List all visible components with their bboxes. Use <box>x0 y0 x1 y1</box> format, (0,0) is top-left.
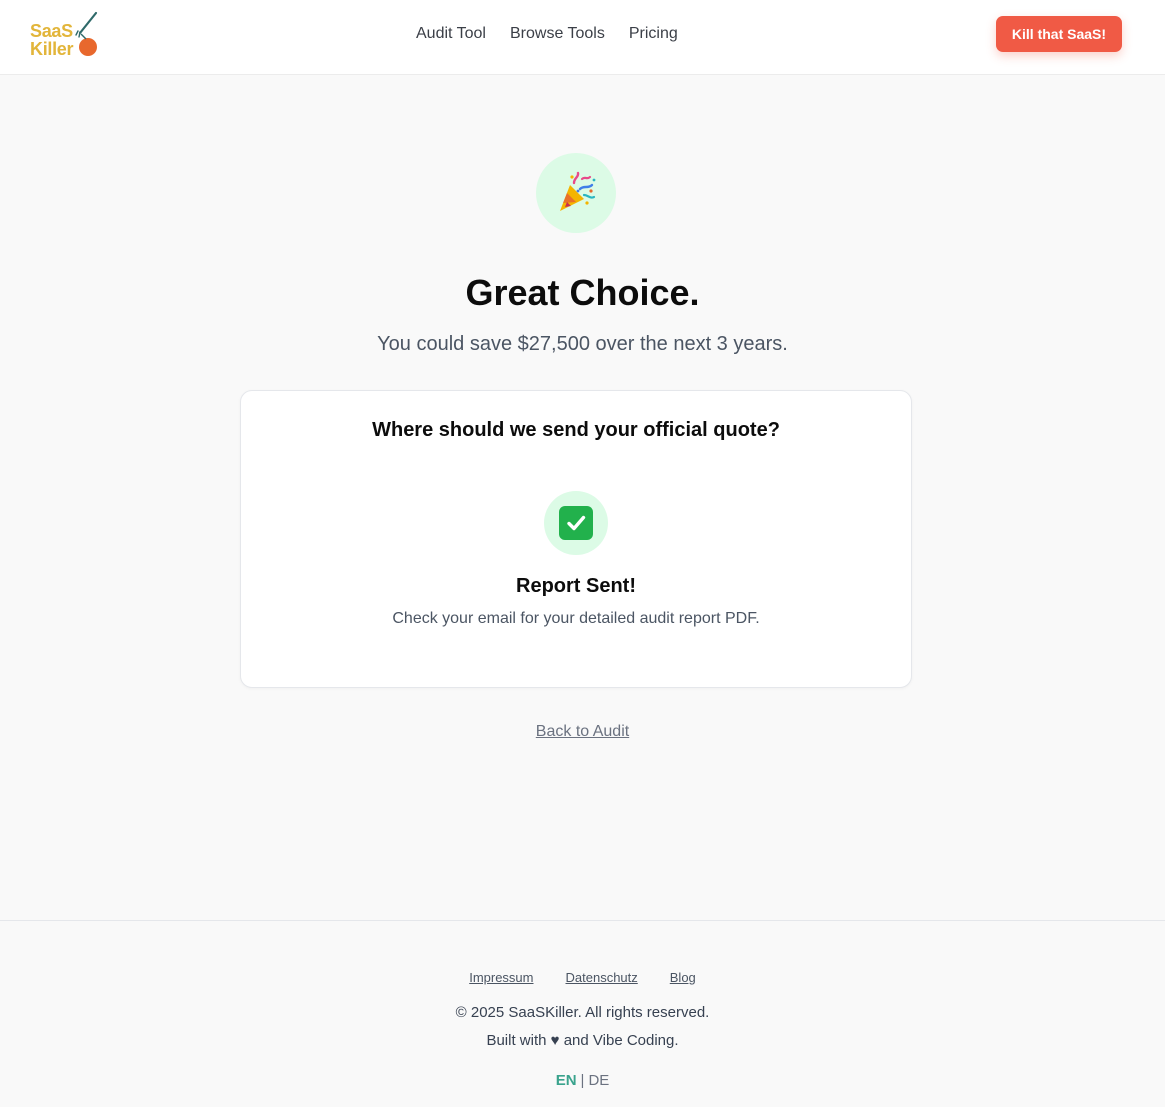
wrecking-ball-icon <box>75 11 98 56</box>
language-switcher: EN | DE <box>0 1072 1165 1090</box>
copyright-text: © 2025 SaaSKiller. All rights reserved. <box>455 1004 710 1021</box>
lang-de-button[interactable]: DE <box>588 1072 609 1089</box>
logo[interactable]: SaaS Killer <box>30 11 100 61</box>
logo-text-line1: SaaS <box>30 21 73 41</box>
back-link-row: Back to Audit <box>0 722 1165 742</box>
report-sent-title: Report Sent! <box>516 575 636 597</box>
lang-separator: | <box>580 1072 585 1089</box>
quote-card: Where should we send your official quote… <box>240 390 912 688</box>
footer-links: Impressum Datenschutz Blog <box>0 970 1165 986</box>
nav-item-audit-tool[interactable]: Audit Tool <box>416 24 486 44</box>
report-sent-text: Check your email for your detailed audit… <box>392 610 760 627</box>
status-icon-circle <box>544 491 608 555</box>
built-with-text: Built with ♥ and Vibe Coding. <box>486 1032 679 1049</box>
footer-link-impressum[interactable]: Impressum <box>469 970 533 986</box>
savings-subtitle: You could save $27,500 over the next 3 y… <box>377 333 788 355</box>
site-footer: Impressum Datenschutz Blog © 2025 SaaSKi… <box>0 920 1165 1107</box>
footer-link-datenschutz[interactable]: Datenschutz <box>566 970 638 986</box>
party-popper-icon <box>560 171 596 211</box>
page-title: Great Choice. <box>465 272 700 313</box>
back-to-audit-link[interactable]: Back to Audit <box>536 723 629 740</box>
footer-link-blog[interactable]: Blog <box>670 970 696 986</box>
main-nav: Audit Tool Browse Tools Pricing <box>416 24 678 44</box>
logo-text-line2: Killer <box>30 39 74 59</box>
kill-that-saas-button[interactable]: Kill that SaaS! <box>996 16 1122 52</box>
nav-item-browse-tools[interactable]: Browse Tools <box>510 24 605 44</box>
site-header: SaaS Killer Audit Tool Browse Tools Pric… <box>0 0 1165 75</box>
hero-icon-circle <box>536 153 616 233</box>
nav-item-pricing[interactable]: Pricing <box>629 24 678 44</box>
check-mark-icon <box>559 506 593 540</box>
lang-en-button[interactable]: EN <box>556 1072 577 1089</box>
quote-question: Where should we send your official quote… <box>372 419 780 441</box>
